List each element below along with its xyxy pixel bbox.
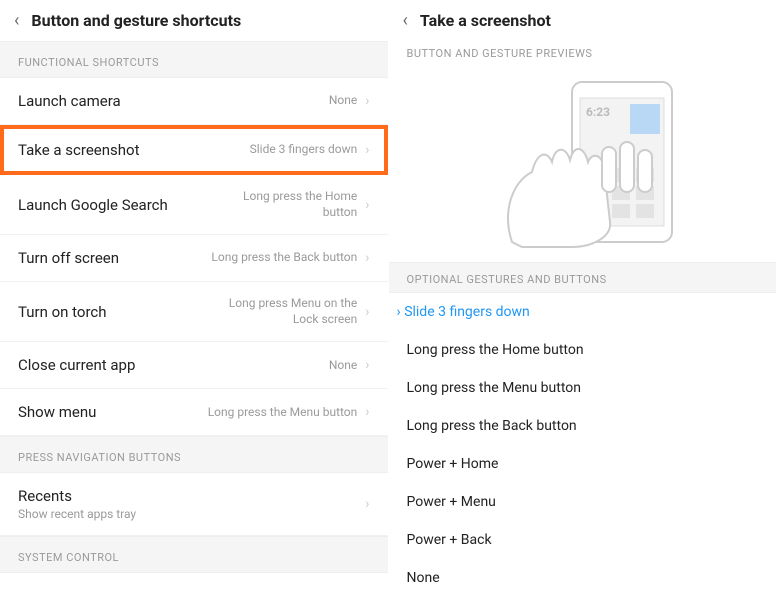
section-press-nav: PRESS NAVIGATION BUTTONS [0,436,388,473]
screen-shortcuts-list: ‹ Button and gesture shortcuts FUNCTIONA… [0,0,389,595]
chevron-right-icon: › [365,496,369,512]
section-options: OPTIONAL GESTURES AND BUTTONS [389,262,776,293]
chevron-right-icon: › [365,93,369,109]
row-recents[interactable]: Recents Show recent apps tray › [0,473,388,536]
header: ‹ Take a screenshot [389,0,776,41]
page-title: Button and gesture shortcuts [31,11,241,30]
page-title: Take a screenshot [420,11,551,30]
chevron-right-icon: › [365,142,369,158]
header: ‹ Button and gesture shortcuts [0,0,388,41]
option-long-press-menu[interactable]: Long press the Menu button [389,369,776,407]
row-label: Launch camera [18,92,329,110]
row-value: Long press the Menu button [208,405,358,421]
row-label: Recents Show recent apps tray [18,487,365,521]
chevron-right-icon: › [365,304,369,320]
gesture-preview-illustration: 6:23 [452,72,712,252]
row-label: Take a screenshot [18,141,250,159]
row-close-current-app[interactable]: Close current app None › [0,342,388,389]
row-value: Long press Menu on the Lock screen [207,296,357,327]
gesture-preview: 6:23 [389,66,776,262]
row-launch-camera[interactable]: Launch camera None › [0,78,388,125]
row-show-menu[interactable]: Show menu Long press the Menu button › [0,389,388,436]
row-label: Close current app [18,356,329,374]
back-icon[interactable]: ‹ [14,10,19,31]
row-value: None [329,93,357,109]
row-value: None [329,358,357,374]
row-turn-off-screen[interactable]: Turn off screen Long press the Back butt… [0,235,388,282]
row-turn-on-torch[interactable]: Turn on torch Long press Menu on the Loc… [0,282,388,342]
preview-time: 6:23 [586,105,610,119]
row-label-text: Recents [18,487,72,505]
row-label: Show menu [18,403,208,421]
chevron-right-icon: › [365,250,369,266]
option-long-press-back[interactable]: Long press the Back button [389,407,776,445]
row-sublabel: Show recent apps tray [18,507,365,521]
section-system-control: SYSTEM CONTROL [0,536,388,573]
row-take-screenshot[interactable]: Take a screenshot Slide 3 fingers down › [0,125,388,175]
row-value: Long press the Home button [207,189,357,220]
back-icon[interactable]: ‹ [403,10,408,31]
row-label: Turn on torch [18,303,207,321]
option-power-home[interactable]: Power + Home [389,445,776,483]
row-google-search[interactable]: Launch Google Search Long press the Home… [0,175,388,235]
chevron-right-icon: › [365,404,369,420]
option-power-back[interactable]: Power + Back [389,521,776,559]
section-preview: BUTTON AND GESTURE PREVIEWS [389,41,776,66]
row-label: Turn off screen [18,249,211,267]
row-value: Long press the Back button [211,250,357,266]
row-value: Slide 3 fingers down [250,142,358,158]
screen-take-screenshot: ‹ Take a screenshot BUTTON AND GESTURE P… [389,0,776,595]
chevron-right-icon: › [365,197,369,213]
chevron-right-icon: › [365,357,369,373]
section-functional: FUNCTIONAL SHORTCUTS [0,41,388,78]
option-none[interactable]: None [389,559,776,595]
option-slide-3-fingers[interactable]: Slide 3 fingers down [389,293,776,331]
option-power-menu[interactable]: Power + Menu [389,483,776,521]
option-long-press-home[interactable]: Long press the Home button [389,331,776,369]
row-label: Launch Google Search [18,196,207,214]
